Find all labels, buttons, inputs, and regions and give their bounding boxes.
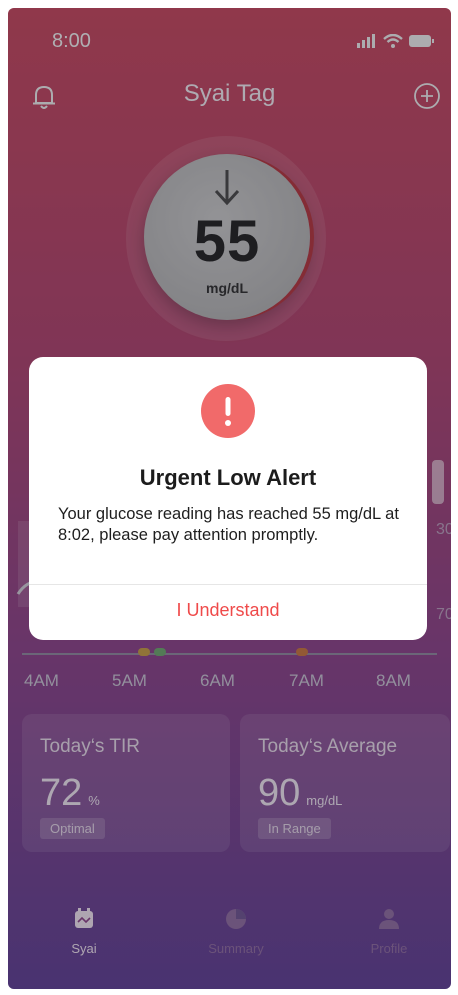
alert-message: Your glucose reading has reached 55 mg/d… [58,505,399,544]
alert-title: Urgent Low Alert [139,465,317,490]
understand-button[interactable]: I Understand [29,600,427,621]
exclamation-icon [201,384,255,438]
alert-dialog: Urgent Low Alert Your glucose reading ha… [29,357,427,640]
alert-divider [29,584,427,585]
